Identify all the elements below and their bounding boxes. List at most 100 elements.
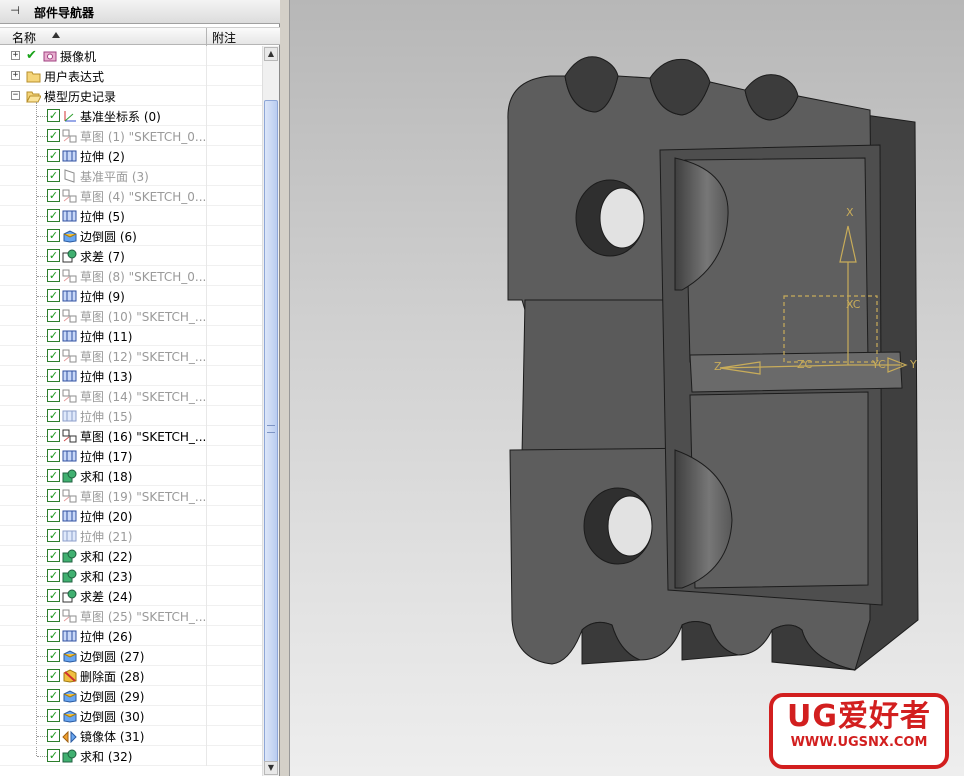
feature-row[interactable]: ✓ 草图 (16) "SKETCH_...	[0, 426, 262, 446]
feature-row[interactable]: ✓ 草图 (25) "SKETCH_...	[0, 606, 262, 626]
feature-row[interactable]: ✓ 求差 (24)	[0, 586, 262, 606]
feature-checkbox[interactable]: ✓	[47, 229, 60, 242]
feature-checkbox[interactable]: ✓	[47, 449, 60, 462]
feature-row[interactable]: ✓ 求和 (23)	[0, 566, 262, 586]
feature-checkbox[interactable]: ✓	[47, 669, 60, 682]
feature-label: 拉伸 (13)	[80, 370, 133, 384]
feature-row[interactable]: ✓ 拉伸 (13)	[0, 366, 262, 386]
feature-checkbox[interactable]: ✓	[47, 749, 60, 762]
scroll-up-button[interactable]: ▲	[264, 47, 278, 61]
extrude-icon	[62, 409, 77, 423]
feature-row[interactable]: ✓ 拉伸 (15)	[0, 406, 262, 426]
feature-checkbox[interactable]: ✓	[47, 189, 60, 202]
feature-checkbox[interactable]: ✓	[47, 329, 60, 342]
sketch-icon	[62, 429, 77, 443]
graphics-viewport[interactable]: X XC ZC YC Z Y	[290, 0, 964, 776]
feature-checkbox[interactable]: ✓	[47, 149, 60, 162]
expand-toggle-icon[interactable]: +	[11, 51, 20, 60]
feature-checkbox[interactable]: ✓	[47, 369, 60, 382]
feature-row[interactable]: ✓ 草图 (8) "SKETCH_0...	[0, 266, 262, 286]
vertical-scrollbar[interactable]: ▲ ▼	[262, 46, 279, 776]
tree-branch	[37, 136, 47, 137]
tree-row[interactable]: + 用户表达式	[0, 66, 262, 86]
feature-checkbox[interactable]: ✓	[47, 549, 60, 562]
feature-checkbox[interactable]: ✓	[47, 529, 60, 542]
feature-checkbox[interactable]: ✓	[47, 509, 60, 522]
feature-checkbox[interactable]: ✓	[47, 349, 60, 362]
feature-row[interactable]: ✓ 删除面 (28)	[0, 666, 262, 686]
tree-branch	[37, 416, 47, 417]
panel-splitter[interactable]	[280, 0, 290, 776]
feature-checkbox[interactable]: ✓	[47, 569, 60, 582]
feature-checkbox[interactable]: ✓	[47, 109, 60, 122]
feature-row[interactable]: ✓ 求和 (22)	[0, 546, 262, 566]
sort-ascending-icon[interactable]	[52, 32, 60, 38]
feature-row[interactable]: ✓ 草图 (19) "SKETCH_...	[0, 486, 262, 506]
feature-checkbox[interactable]: ✓	[47, 609, 60, 622]
feature-checkbox[interactable]: ✓	[47, 629, 60, 642]
feature-row[interactable]: ✓ 边倒圆 (30)	[0, 706, 262, 726]
part-model[interactable]: X XC ZC YC Z Y	[290, 0, 964, 776]
column-divider[interactable]	[206, 28, 207, 46]
feature-checkbox[interactable]: ✓	[47, 169, 60, 182]
feature-row[interactable]: ✓ 草图 (12) "SKETCH_...	[0, 346, 262, 366]
feature-row[interactable]: ✓ 求差 (7)	[0, 246, 262, 266]
feature-checkbox[interactable]: ✓	[47, 469, 60, 482]
feature-row[interactable]: ✓ 拉伸 (11)	[0, 326, 262, 346]
feature-checkbox[interactable]: ✓	[47, 129, 60, 142]
feature-row[interactable]: ✓ 草图 (14) "SKETCH_...	[0, 386, 262, 406]
scroll-thumb[interactable]	[264, 100, 278, 764]
feature-row[interactable]: ✓ 基准坐标系 (0)	[0, 106, 262, 126]
tree-row[interactable]: − 模型历史记录	[0, 86, 262, 106]
column-line	[206, 686, 207, 706]
feature-checkbox[interactable]: ✓	[47, 409, 60, 422]
feature-row[interactable]: ✓ 草图 (4) "SKETCH_0...	[0, 186, 262, 206]
feature-checkbox[interactable]: ✓	[47, 289, 60, 302]
feature-row[interactable]: ✓ 求和 (18)	[0, 466, 262, 486]
feature-label: 拉伸 (17)	[80, 450, 133, 464]
feature-row[interactable]: ✓ 拉伸 (20)	[0, 506, 262, 526]
tree-branch	[37, 156, 47, 157]
pin-icon[interactable]: ⊣	[8, 4, 22, 18]
feature-row[interactable]: ✓ 求和 (32)	[0, 746, 262, 766]
feature-row[interactable]: ✓ 边倒圆 (29)	[0, 686, 262, 706]
feature-row[interactable]: ✓ 拉伸 (26)	[0, 626, 262, 646]
feature-row[interactable]: ✓ 边倒圆 (27)	[0, 646, 262, 666]
feature-checkbox[interactable]: ✓	[47, 489, 60, 502]
feature-checkbox[interactable]: ✓	[47, 709, 60, 722]
scroll-down-button[interactable]: ▼	[264, 761, 278, 775]
feature-row[interactable]: ✓ 拉伸 (5)	[0, 206, 262, 226]
feature-row[interactable]: ✓ 基准平面 (3)	[0, 166, 262, 186]
feature-row[interactable]: ✓ 拉伸 (21)	[0, 526, 262, 546]
feature-row[interactable]: ✓ 镜像体 (31)	[0, 726, 262, 746]
datum-plane-icon	[62, 169, 77, 183]
feature-checkbox[interactable]: ✓	[47, 589, 60, 602]
column-line	[206, 86, 207, 106]
column-line	[206, 586, 207, 606]
feature-checkbox[interactable]: ✓	[47, 729, 60, 742]
feature-checkbox[interactable]: ✓	[47, 389, 60, 402]
feature-row[interactable]: ✓ 拉伸 (9)	[0, 286, 262, 306]
expand-toggle-icon[interactable]: +	[11, 71, 20, 80]
sketch-icon	[62, 389, 77, 403]
unite-icon	[62, 569, 77, 583]
feature-checkbox[interactable]: ✓	[47, 249, 60, 262]
column-line	[206, 546, 207, 566]
collapse-toggle-icon[interactable]: −	[11, 91, 20, 100]
tree-branch	[37, 756, 47, 757]
feature-row[interactable]: ✓ 拉伸 (17)	[0, 446, 262, 466]
feature-checkbox[interactable]: ✓	[47, 209, 60, 222]
feature-checkbox[interactable]: ✓	[47, 429, 60, 442]
lower-hole-through	[607, 495, 653, 557]
column-name-header[interactable]: 名称	[12, 29, 36, 46]
feature-row[interactable]: ✓ 草图 (1) "SKETCH_0...	[0, 126, 262, 146]
feature-checkbox[interactable]: ✓	[47, 309, 60, 322]
feature-row[interactable]: ✓ 拉伸 (2)	[0, 146, 262, 166]
column-note-header[interactable]: 附注	[212, 29, 236, 46]
feature-checkbox[interactable]: ✓	[47, 269, 60, 282]
feature-row[interactable]: ✓ 边倒圆 (6)	[0, 226, 262, 246]
feature-checkbox[interactable]: ✓	[47, 649, 60, 662]
feature-row[interactable]: ✓ 草图 (10) "SKETCH_...	[0, 306, 262, 326]
feature-checkbox[interactable]: ✓	[47, 689, 60, 702]
tree-row[interactable]: + ✔ 摄像机	[0, 46, 262, 66]
